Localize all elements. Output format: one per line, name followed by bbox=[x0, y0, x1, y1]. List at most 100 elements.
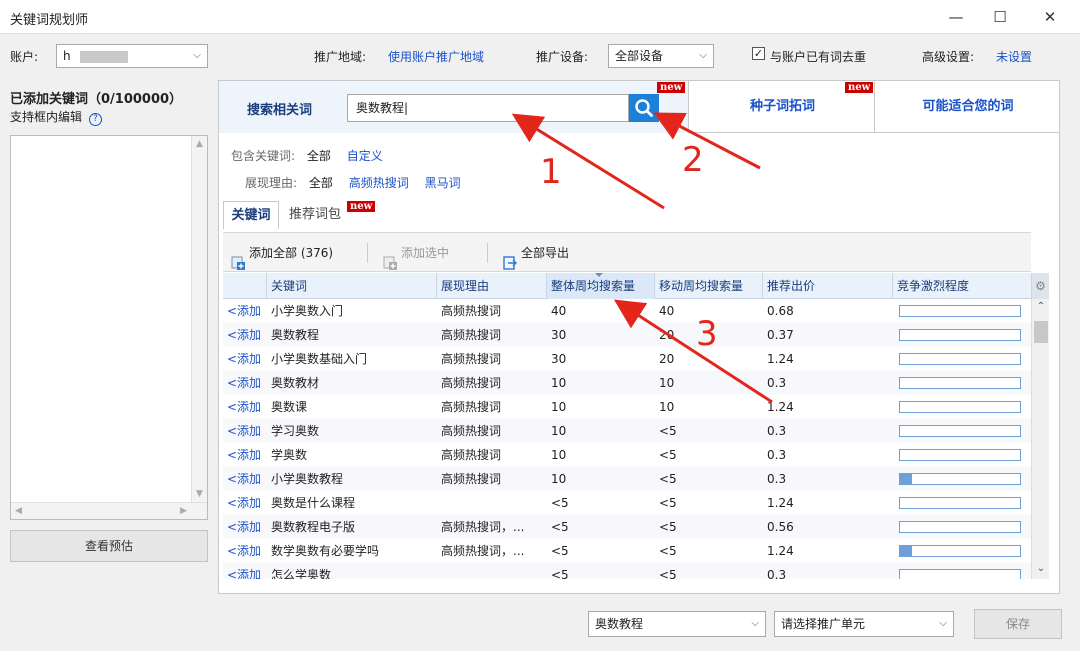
keyword-group-select[interactable]: 奥数教程 ⌵ bbox=[588, 611, 766, 637]
scroll-right-icon[interactable]: ▶ bbox=[180, 503, 187, 519]
table-row[interactable]: <添加 小学奥数入门 高频热搜词 40 40 0.68 bbox=[223, 299, 1031, 323]
table-row[interactable]: <添加 奥数教程 高频热搜词 30 20 0.37 bbox=[223, 323, 1031, 347]
add-link[interactable]: <添加 bbox=[223, 539, 267, 563]
competition-bar bbox=[899, 473, 1021, 485]
add-link[interactable]: <添加 bbox=[223, 299, 267, 323]
col-reason[interactable]: 展现理由 bbox=[437, 273, 547, 299]
subtab-keywords[interactable]: 关键词 bbox=[223, 201, 279, 229]
tab-suggested[interactable]: 可能适合您的词 bbox=[877, 81, 1059, 133]
table-row[interactable]: <添加 奥数教程电子版 高频热搜词，... <5 <5 0.56 bbox=[223, 515, 1031, 539]
add-all-button[interactable]: 添加全部 (376) bbox=[231, 233, 333, 273]
cell-reason: 高频热搜词 bbox=[441, 424, 502, 438]
cell-keyword: 数学奥数有必要学吗 bbox=[271, 544, 380, 558]
include-filter: 包含关键词: 全部 自定义 bbox=[231, 147, 383, 164]
table-row[interactable]: <添加 奥数课 高频热搜词 10 10 1.24 bbox=[223, 395, 1031, 419]
region-link[interactable]: 使用账户推广地域 bbox=[388, 48, 484, 65]
competition-bar bbox=[899, 329, 1021, 341]
main-panel: 搜索相关词 奥数教程| new 种子词拓词 new 可能适合您的词 包含关键词:… bbox=[218, 80, 1060, 594]
col-mobile-weekly[interactable]: 移动周均搜索量 bbox=[655, 273, 763, 299]
add-link[interactable]: <添加 bbox=[223, 515, 267, 539]
added-keywords-box[interactable]: ▲ ▼ ◀ ▶ bbox=[10, 135, 208, 520]
cell-mobile: <5 bbox=[659, 448, 677, 462]
scroll-left-icon[interactable]: ◀ bbox=[15, 503, 22, 519]
table-row[interactable]: <添加 数学奥数有必要学吗 高频热搜词，... <5 <5 1.24 bbox=[223, 539, 1031, 563]
inline-edit-hint: 支持框内编辑 ? bbox=[10, 108, 102, 126]
cell-reason bbox=[437, 563, 547, 579]
table-vscroll[interactable]: ⌃ ⌄ bbox=[1031, 273, 1049, 579]
competition-bar bbox=[899, 353, 1021, 365]
scroll-down-icon[interactable]: ⌄ bbox=[1032, 563, 1050, 574]
add-link[interactable]: <添加 bbox=[223, 419, 267, 443]
add-link[interactable]: <添加 bbox=[223, 395, 267, 419]
package-new-badge: new bbox=[347, 201, 376, 212]
table-row[interactable]: <添加 奥数教材 高频热搜词 10 10 0.3 bbox=[223, 371, 1031, 395]
tab-search-related[interactable]: 搜索相关词 奥数教程| new bbox=[219, 81, 689, 133]
device-select[interactable]: 全部设备 ⌵ bbox=[608, 44, 714, 68]
added-keywords-title: 已添加关键词（0/100000） bbox=[10, 92, 183, 107]
scroll-thumb[interactable] bbox=[1034, 321, 1048, 343]
view-estimate-button[interactable]: 查看预估 bbox=[10, 530, 208, 562]
minimize-button[interactable]: — bbox=[936, 4, 976, 30]
device-value: 全部设备 bbox=[615, 49, 664, 63]
dedupe-label: 与账户已有词去重 bbox=[770, 50, 867, 64]
cell-keyword: 学习奥数 bbox=[271, 424, 320, 438]
tab-suggested-label: 可能适合您的词 bbox=[922, 99, 1014, 114]
save-button[interactable]: 保存 bbox=[974, 609, 1062, 639]
table-row[interactable]: <添加 小学奥数教程 高频热搜词 10 <5 0.3 bbox=[223, 467, 1031, 491]
scroll-up-icon[interactable]: ▲ bbox=[192, 136, 207, 152]
column-settings-gear-icon[interactable]: ⚙ bbox=[1031, 273, 1049, 299]
advanced-link[interactable]: 未设置 bbox=[996, 48, 1032, 65]
added-hscroll[interactable]: ◀ ▶ bbox=[11, 502, 207, 519]
add-link[interactable]: <添加 bbox=[223, 371, 267, 395]
account-select[interactable]: h ⌵ bbox=[56, 44, 208, 68]
cell-keyword: 小学奥数入门 bbox=[271, 304, 344, 318]
col-bid[interactable]: 推荐出价 bbox=[763, 273, 893, 299]
cell-reason: 高频热搜词 bbox=[441, 352, 502, 366]
search-button[interactable] bbox=[629, 94, 659, 122]
include-label: 包含关键词: bbox=[231, 149, 296, 163]
include-custom-link[interactable]: 自定义 bbox=[347, 149, 383, 163]
cell-mobile: <5 bbox=[659, 424, 677, 438]
include-all[interactable]: 全部 bbox=[307, 149, 331, 163]
add-link[interactable]: <添加 bbox=[223, 467, 267, 491]
maximize-button[interactable]: ☐ bbox=[980, 4, 1020, 30]
scroll-down-icon[interactable]: ▼ bbox=[192, 486, 207, 502]
col-keyword[interactable]: 关键词 bbox=[267, 273, 437, 299]
reason-all[interactable]: 全部 bbox=[309, 176, 333, 190]
cell-keyword: 奥数是什么课程 bbox=[271, 496, 356, 510]
subtab-packages-label: 推荐词包 bbox=[289, 207, 342, 222]
added-vscroll[interactable]: ▲ ▼ bbox=[191, 136, 207, 502]
close-button[interactable]: ✕ bbox=[1030, 4, 1070, 30]
add-link[interactable]: <添加 bbox=[223, 443, 267, 467]
table-row[interactable]: <添加 奥数是什么课程 <5 <5 1.24 bbox=[223, 491, 1031, 515]
add-link[interactable]: <添加 bbox=[223, 563, 267, 579]
reason-dark-link[interactable]: 黑马词 bbox=[425, 176, 461, 190]
add-link[interactable]: <添加 bbox=[223, 323, 267, 347]
add-link[interactable]: <添加 bbox=[223, 491, 267, 515]
subtab-packages[interactable]: 推荐词包 bbox=[289, 201, 341, 229]
export-all-button[interactable]: 全部导出 bbox=[503, 233, 569, 273]
search-input[interactable]: 奥数教程| bbox=[347, 94, 629, 122]
table-row[interactable]: <添加 小学奥数基础入门 高频热搜词 30 20 1.24 bbox=[223, 347, 1031, 371]
help-icon[interactable]: ? bbox=[88, 113, 102, 126]
table-toolbar: 添加全部 (376) 添加选中 全部导出 bbox=[223, 232, 1031, 272]
add-selected-button[interactable]: 添加选中 bbox=[383, 233, 449, 273]
add-link[interactable]: <添加 bbox=[223, 347, 267, 371]
unit-select[interactable]: 请选择推广单元 ⌵ bbox=[774, 611, 954, 637]
cell-keyword: 小学奥数基础入门 bbox=[271, 352, 368, 366]
dedupe-checkbox[interactable]: ✓ bbox=[752, 47, 765, 60]
settings-bar: 账户: h ⌵ 推广地域: 使用账户推广地域 推广设备: 全部设备 ⌵ ✓ 与账… bbox=[0, 34, 1080, 78]
annotation-3: 3 bbox=[696, 314, 718, 354]
table-row[interactable]: <添加 学奥数 高频热搜词 10 <5 0.3 bbox=[223, 443, 1031, 467]
add-selected-label: 添加选中 bbox=[401, 246, 450, 260]
cell-overall: <5 bbox=[551, 496, 569, 510]
col-competition[interactable]: 竞争激烈程度 bbox=[893, 273, 1031, 299]
toolbar-divider bbox=[487, 243, 488, 263]
reason-hot-link[interactable]: 高频热搜词 bbox=[349, 176, 409, 190]
competition-bar bbox=[899, 401, 1021, 413]
cell-bid: 0.56 bbox=[767, 520, 794, 534]
scroll-up-icon[interactable]: ⌃ bbox=[1032, 301, 1050, 312]
table-row[interactable]: <添加 怎么学奥数 <5 <5 0.3 bbox=[223, 563, 1031, 579]
cell-overall: 40 bbox=[551, 304, 567, 318]
table-row[interactable]: <添加 学习奥数 高频热搜词 10 <5 0.3 bbox=[223, 419, 1031, 443]
